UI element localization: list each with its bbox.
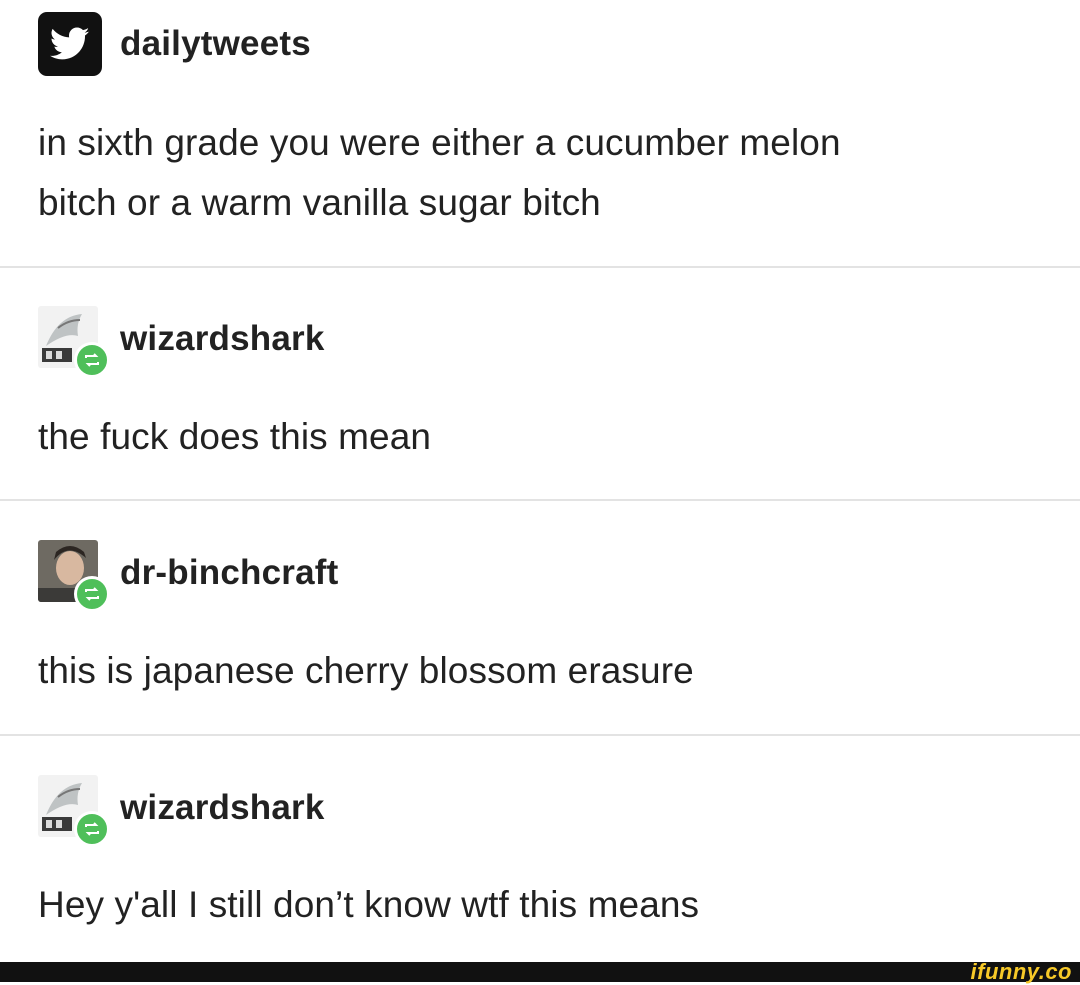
username[interactable]: dailytweets <box>120 24 311 64</box>
username[interactable]: wizardshark <box>120 319 325 359</box>
avatar[interactable] <box>38 540 110 612</box>
username[interactable]: wizardshark <box>120 788 325 828</box>
username[interactable]: dr-binchcraft <box>120 553 338 593</box>
reblog-icon <box>74 576 110 612</box>
post-text: this is japanese cherry blossom erasure <box>38 641 694 701</box>
divider <box>0 499 1080 501</box>
post-text-line: bitch or a warm vanilla sugar bitch <box>38 182 601 223</box>
post-header-dr-binchcraft: dr-binchcraft <box>38 540 338 612</box>
post-header-wizardshark: wizardshark <box>38 306 325 378</box>
twitter-icon <box>38 12 102 76</box>
post-text-line: this is japanese cherry blossom erasure <box>38 650 694 691</box>
ifunny-watermark: ifunny.co <box>970 959 1072 984</box>
reblog-icon <box>74 342 110 378</box>
watermark-bar: ifunny.co <box>0 959 1080 984</box>
avatar[interactable] <box>38 775 110 847</box>
post-text-line: in sixth grade you were either a cucumbe… <box>38 122 841 163</box>
post-text: Hey y'all I still don’t know wtf this me… <box>38 875 699 935</box>
divider <box>0 266 1080 268</box>
post-text-line: the fuck does this mean <box>38 416 432 457</box>
post-header-wizardshark: wizardshark <box>38 775 325 847</box>
post-text: in sixth grade you were either a cucumbe… <box>38 113 841 233</box>
avatar[interactable] <box>38 306 110 378</box>
post-header-dailytweets: dailytweets <box>38 12 311 76</box>
post-text: the fuck does this mean <box>38 407 431 467</box>
divider <box>0 734 1080 736</box>
reblog-icon <box>74 811 110 847</box>
post-text-line: Hey y'all I still don’t know wtf this me… <box>38 884 700 925</box>
